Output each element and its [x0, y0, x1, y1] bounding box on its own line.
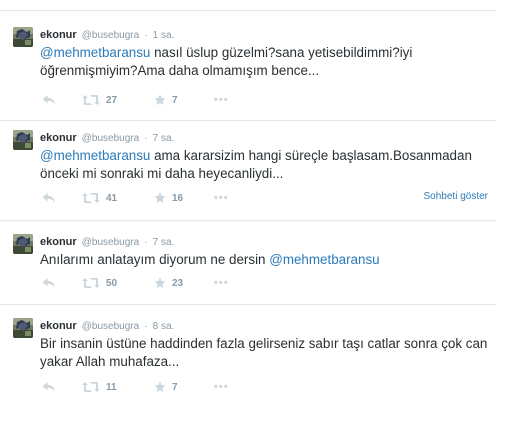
show-conversation-link[interactable]: Sohbeti göster	[424, 191, 489, 202]
tweet-text: @mehmetbaransu ama kararsizim hangi süre…	[40, 147, 492, 183]
tweet-header: ekonur @busebugra · 7 sa.	[40, 132, 174, 145]
username[interactable]: @busebugra	[82, 133, 139, 144]
retweet-icon	[82, 192, 100, 204]
reply-button[interactable]	[42, 191, 56, 205]
retweet-icon	[82, 277, 100, 289]
fullname[interactable]: ekonur	[40, 132, 77, 144]
mention-link[interactable]: @mehmetbaransu	[40, 148, 150, 163]
favorite-button[interactable]: 23	[154, 276, 183, 290]
more-button[interactable]: •••	[214, 380, 229, 394]
fullname[interactable]: ekonur	[40, 29, 77, 41]
star-icon	[154, 277, 166, 289]
separator: ·	[144, 321, 148, 332]
tweet-header: ekonur @busebugra · 1 sa.	[40, 29, 174, 42]
reply-icon	[42, 94, 56, 106]
reply-button[interactable]	[42, 380, 56, 394]
retweet-count: 41	[106, 192, 118, 204]
reply-icon	[42, 381, 56, 393]
fullname[interactable]: ekonur	[40, 236, 77, 248]
avatar[interactable]	[13, 318, 33, 338]
tweet-actions: 27 7 •••	[40, 93, 492, 107]
retweet-icon	[82, 381, 100, 393]
mention-link[interactable]: @mehmetbaransu	[40, 45, 150, 60]
tweet-actions: 50 23 •••	[40, 276, 492, 290]
mention-link[interactable]: @mehmetbaransu	[269, 252, 379, 267]
tweet-actions: 41 16 ••• Sohbeti göster	[40, 191, 492, 205]
star-icon	[154, 192, 166, 204]
username[interactable]: @busebugra	[82, 321, 139, 332]
separator: ·	[144, 237, 148, 248]
timestamp[interactable]: 1 sa.	[153, 30, 175, 41]
reply-button[interactable]	[42, 93, 56, 107]
tweet-body: Anılarımı anlatayım diyorum ne dersin	[40, 252, 270, 267]
tweet-text: Bir insanin üstüne haddinden fazla gelir…	[40, 335, 492, 371]
favorite-button[interactable]: 7	[154, 380, 178, 394]
tweet-header: ekonur @busebugra · 7 sa.	[40, 236, 174, 249]
star-icon	[154, 381, 166, 393]
timestamp[interactable]: 7 sa.	[153, 237, 175, 248]
favorite-count: 23	[172, 277, 184, 289]
tweet-header: ekonur @busebugra · 8 sa.	[40, 320, 174, 333]
more-button[interactable]: •••	[214, 191, 229, 205]
separator: ·	[144, 30, 148, 41]
tweet-text: Anılarımı anlatayım diyorum ne dersin @m…	[40, 251, 492, 269]
username[interactable]: @busebugra	[82, 30, 139, 41]
retweet-count: 11	[106, 381, 117, 393]
favorite-count: 7	[172, 381, 178, 393]
retweet-icon	[82, 94, 100, 106]
reply-button[interactable]	[42, 276, 56, 290]
star-icon	[154, 94, 166, 106]
retweet-button[interactable]: 11	[82, 380, 117, 394]
tweet-item[interactable]: ekonur @busebugra · 7 sa. @mehmetbaransu…	[0, 130, 496, 221]
top-divider	[0, 10, 496, 11]
retweet-button[interactable]: 50	[82, 276, 117, 290]
avatar[interactable]	[13, 130, 33, 150]
more-icon: •••	[214, 381, 229, 393]
favorite-count: 7	[172, 94, 178, 106]
tweet-body: Bir insanin üstüne haddinden fazla gelir…	[40, 336, 488, 369]
more-icon: •••	[214, 192, 229, 204]
more-icon: •••	[214, 94, 229, 106]
username[interactable]: @busebugra	[82, 237, 139, 248]
tweet-item[interactable]: ekonur @busebugra · 1 sa. @mehmetbaransu…	[0, 27, 496, 121]
tweet-item[interactable]: ekonur @busebugra · 7 sa. Anılarımı anla…	[0, 234, 496, 305]
timestamp[interactable]: 7 sa.	[153, 133, 175, 144]
more-button[interactable]: •••	[214, 93, 229, 107]
fullname[interactable]: ekonur	[40, 320, 77, 332]
separator: ·	[144, 133, 148, 144]
retweet-count: 50	[106, 277, 118, 289]
avatar[interactable]	[13, 234, 33, 254]
tweet-actions: 11 7 •••	[40, 380, 492, 394]
tweet-timeline: ekonur @busebugra · 1 sa. @mehmetbaransu…	[0, 0, 524, 436]
tweet-item[interactable]: ekonur @busebugra · 8 sa. Bir insanin üs…	[0, 318, 496, 406]
favorite-button[interactable]: 7	[154, 93, 178, 107]
timestamp[interactable]: 8 sa.	[153, 321, 175, 332]
reply-icon	[42, 277, 56, 289]
reply-icon	[42, 192, 56, 204]
more-icon: •••	[214, 277, 229, 289]
more-button[interactable]: •••	[214, 276, 229, 290]
avatar[interactable]	[13, 27, 33, 47]
favorite-button[interactable]: 16	[154, 191, 183, 205]
favorite-count: 16	[172, 192, 184, 204]
tweet-text: @mehmetbaransu nasıl üslup güzelmi?sana …	[40, 44, 492, 80]
retweet-count: 27	[106, 94, 118, 106]
retweet-button[interactable]: 41	[82, 191, 117, 205]
retweet-button[interactable]: 27	[82, 93, 117, 107]
